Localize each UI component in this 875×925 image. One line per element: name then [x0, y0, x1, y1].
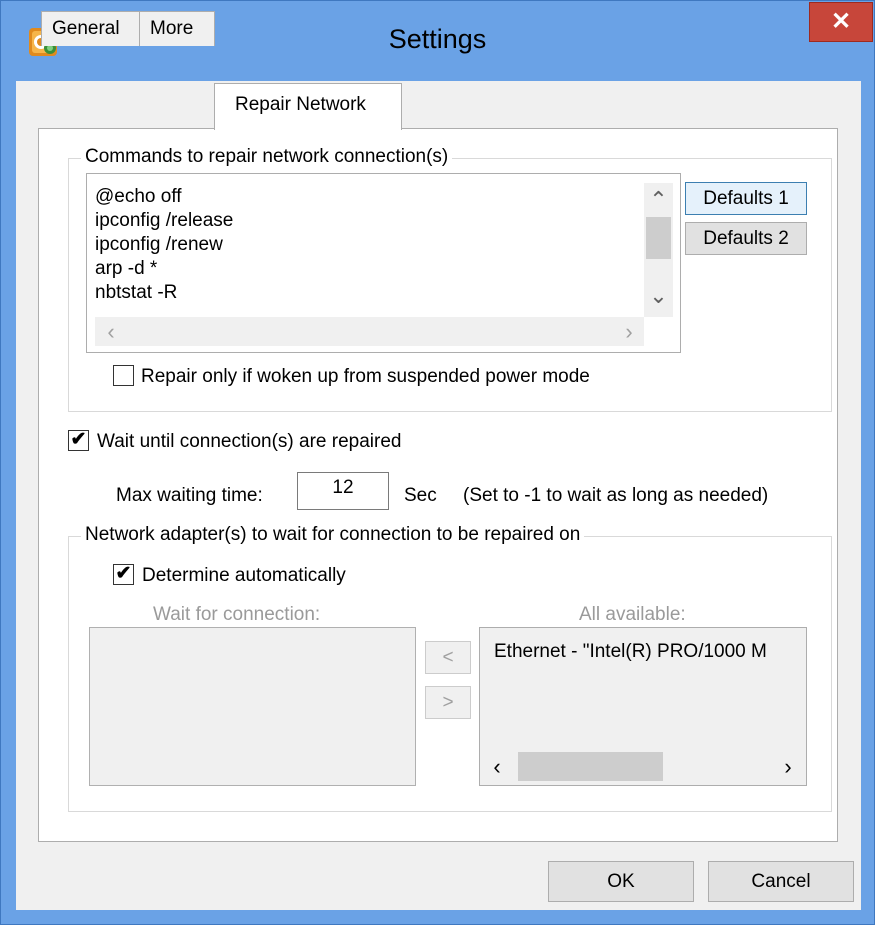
- scroll-right-icon[interactable]: ›: [619, 319, 639, 345]
- tab-general-label: General: [52, 18, 120, 39]
- scroll-left-icon[interactable]: ‹: [101, 319, 121, 345]
- cancel-button[interactable]: Cancel: [708, 861, 854, 902]
- scroll-left-icon[interactable]: ‹: [487, 754, 507, 780]
- commands-vscrollbar[interactable]: ⌃ ⌄: [644, 183, 673, 317]
- move-right-button[interactable]: >: [425, 686, 471, 719]
- max-waiting-hint: (Set to -1 to wait as long as needed): [463, 485, 769, 506]
- seconds-unit-label: Sec: [404, 485, 437, 506]
- available-adapters-list[interactable]: Ethernet - "Intel(R) PRO/1000 M ‹ ›: [479, 627, 807, 786]
- list-item[interactable]: Ethernet - "Intel(R) PRO/1000 M: [494, 640, 767, 664]
- check-icon: ✔: [115, 563, 132, 584]
- close-icon: ✕: [830, 8, 852, 35]
- defaults-2-button[interactable]: Defaults 2: [685, 222, 807, 255]
- command-line: @echo off: [95, 186, 182, 207]
- all-available-label: All available:: [579, 604, 686, 625]
- suspended-only-checkbox[interactable]: [113, 365, 134, 386]
- commands-group-label: Commands to repair network connection(s): [81, 146, 453, 168]
- available-hscrollbar[interactable]: ‹ ›: [481, 750, 805, 783]
- scroll-thumb[interactable]: [518, 752, 663, 781]
- tab-general[interactable]: General: [41, 11, 140, 46]
- commands-hscrollbar[interactable]: ‹ ›: [95, 317, 644, 346]
- tab-more[interactable]: More: [139, 11, 215, 46]
- scroll-thumb[interactable]: [646, 217, 671, 259]
- commands-textarea[interactable]: @echo off ipconfig /release ipconfig /re…: [86, 173, 681, 353]
- command-line: ipconfig /renew: [95, 234, 223, 255]
- command-line: ipconfig /release: [95, 210, 234, 231]
- move-left-button[interactable]: <: [425, 641, 471, 674]
- wait-until-repaired-checkbox[interactable]: ✔: [68, 430, 89, 451]
- ok-button[interactable]: OK: [548, 861, 694, 902]
- scroll-down-icon[interactable]: ⌄: [644, 283, 673, 309]
- close-button[interactable]: ✕: [809, 2, 873, 42]
- check-icon: ✔: [70, 429, 87, 450]
- suspended-only-label: Repair only if woken up from suspended p…: [141, 366, 590, 387]
- tab-repair-network-label: Repair Network: [235, 94, 366, 115]
- command-line: arp -d *: [95, 258, 158, 279]
- wait-for-connection-label: Wait for connection:: [153, 604, 321, 625]
- tab-more-label: More: [150, 18, 194, 39]
- scroll-up-icon[interactable]: ⌃: [644, 187, 673, 213]
- scroll-right-icon[interactable]: ›: [778, 754, 798, 780]
- max-waiting-time-label: Max waiting time:: [116, 485, 263, 506]
- wait-for-adapters-list[interactable]: [89, 627, 416, 786]
- adapters-group-label: Network adapter(s) to wait for connectio…: [81, 524, 585, 546]
- settings-window: Settings ✕ General More Repair Network C…: [0, 0, 875, 925]
- max-waiting-time-input[interactable]: 12: [297, 472, 389, 510]
- defaults-1-button[interactable]: Defaults 1: [685, 182, 807, 215]
- command-line: nbtstat -R: [95, 282, 178, 303]
- determine-automatically-label: Determine automatically: [142, 565, 346, 586]
- determine-automatically-checkbox[interactable]: ✔: [113, 564, 134, 585]
- tab-repair-network[interactable]: Repair Network: [214, 83, 402, 130]
- wait-until-repaired-label: Wait until connection(s) are repaired: [97, 431, 402, 452]
